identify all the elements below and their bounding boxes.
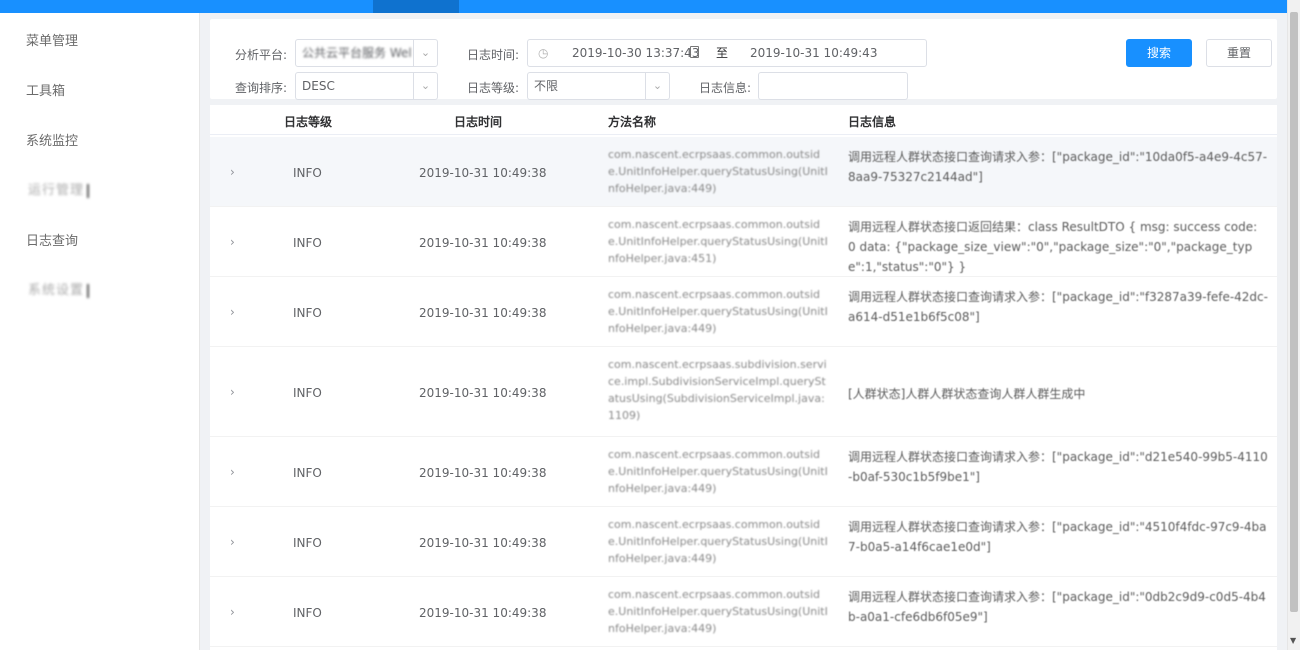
chevron-right-icon[interactable]: ›	[230, 535, 235, 549]
column-header-info[interactable]: 日志信息	[848, 113, 896, 130]
row-info: 调用远程人群状态接口查询请求入参：["package_id":"0db2c9d9…	[848, 590, 1266, 624]
chevron-down-icon: ⌄	[413, 40, 437, 66]
row-time: 2019-10-31 10:49:38	[419, 386, 547, 400]
row-time: 2019-10-31 10:49:38	[419, 606, 547, 620]
row-level: INFO	[293, 236, 322, 250]
log-info-label: 日志信息:	[699, 81, 752, 95]
chevron-right-icon[interactable]: ›	[230, 465, 235, 479]
page-scrollbar[interactable]: ▼	[1287, 0, 1300, 650]
log-time-label: 日志时间:	[467, 48, 520, 62]
row-level: INFO	[293, 386, 322, 400]
scrollbar-thumb[interactable]	[1290, 12, 1298, 612]
row-level: INFO	[293, 606, 322, 620]
sidebar-item-toolbox[interactable]: 工具箱	[26, 80, 65, 99]
sidebar: 菜单管理 工具箱 系统监控 运行管理 日志查询 系统设置	[0, 13, 200, 650]
main-content: 分析平台: 公共云平台服务 Wel ⌄ 日志时间: ◷ 2019-10-30 1…	[200, 13, 1287, 650]
sidebar-item-operations[interactable]: 运行管理	[28, 179, 90, 198]
reset-button[interactable]: 重置	[1206, 39, 1272, 67]
log-level-select[interactable]: 不限 ⌄	[527, 72, 670, 100]
top-nav-active-tab[interactable]	[373, 0, 459, 13]
row-time: 2019-10-31 10:49:38	[419, 166, 547, 180]
chevron-right-icon[interactable]: ›	[230, 165, 235, 179]
table-row[interactable]: › INFO 2019-10-31 10:49:38 com.nascent.e…	[210, 277, 1277, 347]
row-time: 2019-10-31 10:49:38	[419, 306, 547, 320]
calendar-icon	[690, 46, 699, 58]
log-time-range-picker[interactable]: ◷ 2019-10-30 13:37:43 至 2019-10-31 10:49…	[527, 39, 927, 67]
order-value: DESC	[302, 79, 335, 93]
table-row[interactable]: › INFO 2019-10-31 10:49:38 com.nascent.e…	[210, 577, 1277, 647]
row-time: 2019-10-31 10:49:38	[419, 236, 547, 250]
order-label: 查询排序:	[235, 81, 288, 95]
sidebar-item-label: 运行管理	[28, 183, 85, 198]
order-select[interactable]: DESC ⌄	[295, 72, 438, 100]
row-info: 调用远程人群状态接口返回结果：class ResultDTO { msg: su…	[848, 220, 1258, 274]
sidebar-item-label: 系统设置	[28, 283, 85, 298]
table-row[interactable]: › INFO 2019-10-31 10:49:38 com.nascent.e…	[210, 347, 1277, 437]
chevron-down-icon: ⌄	[413, 73, 437, 99]
row-info: 调用远程人群状态接口查询请求入参：["package_id":"4510f4fd…	[848, 520, 1267, 554]
chevron-down-icon: ⌄	[645, 73, 669, 99]
row-method: com.nascent.ecrpsaas.common.outside.Unit…	[608, 148, 828, 195]
row-method: com.nascent.ecrpsaas.common.outside.Unit…	[608, 448, 828, 495]
row-info: 调用远程人群状态接口查询请求入参：["package_id":"10da0f5-…	[848, 150, 1268, 184]
table-row[interactable]: › INFO 2019-10-31 10:49:38 com.nascent.e…	[210, 507, 1277, 577]
chevron-right-icon[interactable]: ›	[230, 305, 235, 319]
sidebar-item-marker	[87, 183, 90, 198]
chevron-right-icon[interactable]: ›	[230, 235, 235, 249]
table-row[interactable]: › INFO 2019-10-31 10:49:38 com.nascent.e…	[210, 137, 1277, 207]
chevron-right-icon[interactable]: ›	[230, 605, 235, 619]
platform-label: 分析平台:	[235, 48, 288, 62]
date-separator: 至	[716, 46, 729, 60]
row-time: 2019-10-31 10:49:38	[419, 466, 547, 480]
sidebar-item-system-monitor[interactable]: 系统监控	[26, 130, 78, 149]
row-info: [人群状态]人群人群状态查询人群人群生成中	[848, 387, 1086, 401]
row-method: com.nascent.ecrpsaas.common.outside.Unit…	[608, 218, 828, 265]
row-info: 调用远程人群状态接口查询请求入参：["package_id":"d21e540-…	[848, 450, 1268, 484]
top-nav-bar	[0, 0, 1287, 13]
date-end[interactable]: 2019-10-31 10:49:43	[750, 40, 877, 66]
table-row[interactable]: › INFO 2019-10-31 10:49:38 com.nascent.e…	[210, 207, 1277, 277]
column-header-level[interactable]: 日志等级	[284, 113, 332, 130]
log-table: 日志等级 日志时间 方法名称 日志信息 › INFO 2019-10-31 10…	[210, 105, 1277, 650]
clock-icon: ◷	[538, 46, 549, 60]
platform-select[interactable]: 公共云平台服务 Wel ⌄	[295, 39, 438, 67]
row-method: com.nascent.ecrpsaas.subdivision.service…	[608, 358, 827, 422]
platform-value: 公共云平台服务 Wel	[302, 46, 412, 60]
row-level: INFO	[293, 306, 322, 320]
row-method: com.nascent.ecrpsaas.common.outside.Unit…	[608, 518, 828, 565]
search-button[interactable]: 搜索	[1126, 39, 1192, 67]
sidebar-item-menu-management[interactable]: 菜单管理	[26, 30, 78, 49]
row-method: com.nascent.ecrpsaas.common.outside.Unit…	[608, 288, 828, 335]
sidebar-item-log-query[interactable]: 日志查询	[26, 230, 78, 249]
date-start[interactable]: 2019-10-30 13:37:43	[572, 40, 699, 66]
filter-panel: 分析平台: 公共云平台服务 Wel ⌄ 日志时间: ◷ 2019-10-30 1…	[210, 19, 1277, 100]
log-level-value: 不限	[534, 79, 559, 93]
column-header-method[interactable]: 方法名称	[608, 113, 656, 130]
row-level: INFO	[293, 536, 322, 550]
row-method: com.nascent.ecrpsaas.common.outside.Unit…	[608, 588, 828, 635]
log-info-input[interactable]	[758, 72, 908, 100]
row-info: 调用远程人群状态接口查询请求入参：["package_id":"f3287a39…	[848, 290, 1268, 324]
sidebar-item-marker	[87, 283, 90, 298]
log-level-label: 日志等级:	[467, 81, 520, 95]
column-header-time[interactable]: 日志时间	[454, 113, 502, 130]
table-header: 日志等级 日志时间 方法名称 日志信息	[210, 105, 1277, 135]
sidebar-item-settings[interactable]: 系统设置	[28, 279, 90, 298]
scroll-down-arrow-icon[interactable]: ▼	[1290, 636, 1296, 645]
row-level: INFO	[293, 466, 322, 480]
row-level: INFO	[293, 166, 322, 180]
chevron-right-icon[interactable]: ›	[230, 385, 235, 399]
table-row[interactable]: › INFO 2019-10-31 10:49:38 com.nascent.e…	[210, 437, 1277, 507]
row-time: 2019-10-31 10:49:38	[419, 536, 547, 550]
